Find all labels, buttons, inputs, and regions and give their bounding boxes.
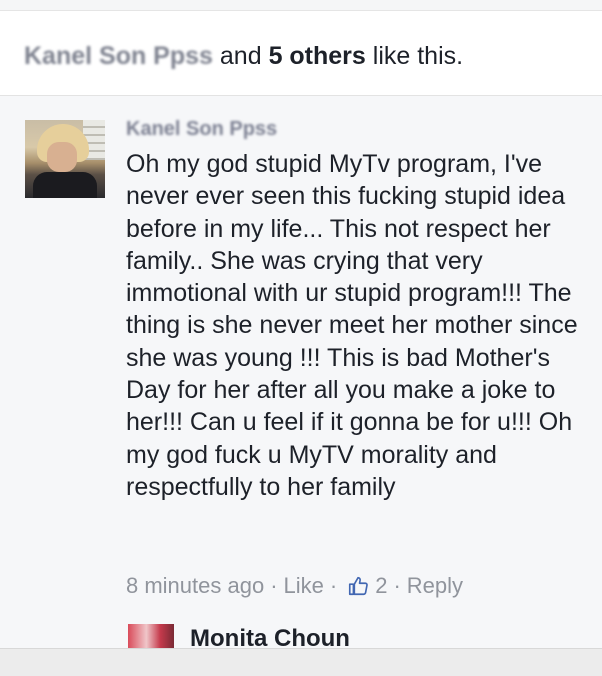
reply-link[interactable]: Reply [407,573,463,599]
likes-and-text: and [212,42,269,70]
others-count-link[interactable]: 5 others [269,42,366,70]
likes-summary-text: Kanel Son Ppss and 5 others like this. [24,41,463,71]
likes-summary: Kanel Son Ppss and 5 others like this. [0,11,602,96]
comment-text: Oh my god stupid MyTv program, I've neve… [126,150,578,501]
meta-separator: · [393,573,401,598]
avatar-face [47,142,77,172]
commenter-avatar[interactable] [25,120,105,198]
comment-meta: 8 minutes ago · Like · 2 · Reply [126,573,463,599]
meta-separator: · [270,573,278,598]
comment-timestamp[interactable]: 8 minutes ago [126,573,264,599]
comment: Kanel Son Ppss Oh my god stupid MyTv pro… [0,96,602,648]
likes-suffix-text: like this. [365,42,464,70]
bottom-bar [0,648,602,676]
next-commenter-name-link[interactable]: Monita Choun [190,624,350,648]
like-count: 2 [375,573,388,598]
liker-name-link[interactable]: Kanel Son Ppss [24,42,213,70]
top-divider [0,0,602,11]
like-link[interactable]: Like [284,573,324,599]
next-commenter-avatar[interactable] [128,624,174,648]
meta-separator: · [329,573,338,598]
avatar-shirt [33,172,97,198]
commenter-name-link[interactable]: Kanel Son Ppss [126,118,277,141]
thumbs-up-icon [347,575,369,597]
